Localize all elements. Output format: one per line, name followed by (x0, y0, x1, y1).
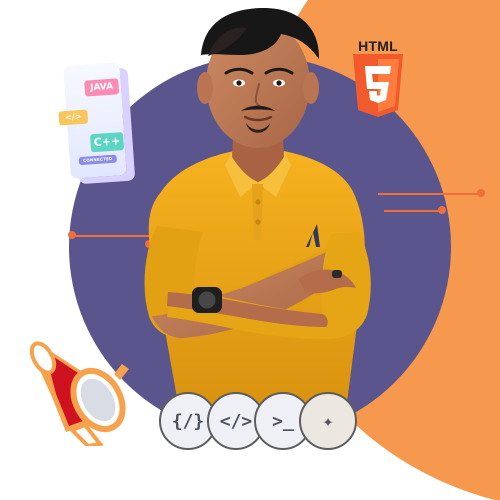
code-badge-sparkle: ✦ (299, 392, 357, 450)
megaphone-icon (29, 341, 129, 446)
connector-dot-left-start (68, 231, 76, 239)
connector-dot-right-top (477, 189, 485, 197)
hero-illustration: JAVA </> C++ CONNECTED HTML {/} </> >_ ✦ (0, 0, 500, 500)
connector-dot-right-middle (438, 206, 446, 214)
person-figure (144, 7, 371, 410)
code-chip: </> (58, 109, 89, 126)
